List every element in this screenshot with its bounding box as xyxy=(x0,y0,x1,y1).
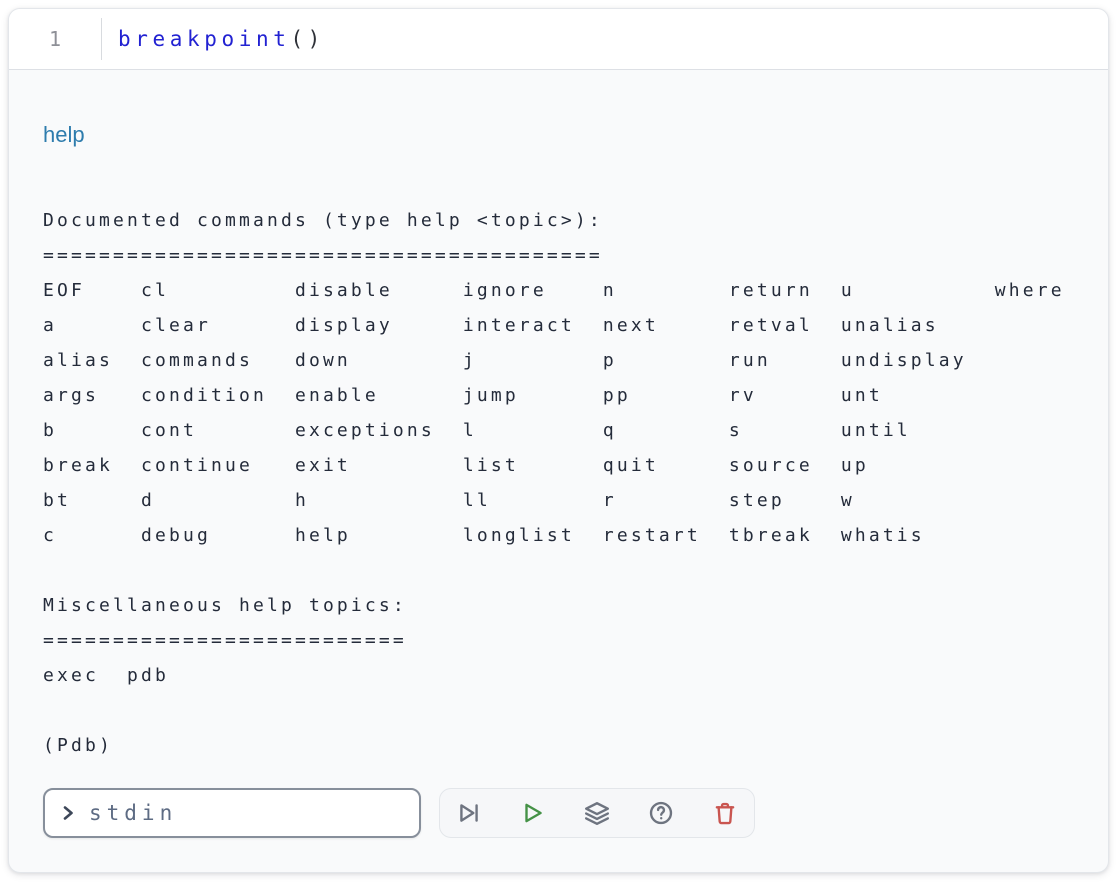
step-forward-button[interactable] xyxy=(456,800,482,826)
run-button[interactable] xyxy=(520,800,546,826)
repl-card: 1 breakpoint() help Documented commands … xyxy=(8,8,1109,873)
line-number: 1 xyxy=(49,27,61,51)
trash-icon xyxy=(712,800,738,826)
command-echo: help xyxy=(43,122,1074,147)
stack-button[interactable] xyxy=(584,800,610,826)
console-output: Documented commands (type help <topic>):… xyxy=(43,203,1074,763)
help-button[interactable] xyxy=(648,800,674,826)
code-line[interactable]: breakpoint() xyxy=(118,27,325,51)
code-editor-line: 1 breakpoint() xyxy=(9,9,1108,70)
code-parens-token: () xyxy=(290,27,325,51)
clear-button[interactable] xyxy=(712,800,738,826)
input-row xyxy=(43,788,1074,838)
line-number-gutter[interactable]: 1 xyxy=(9,27,101,51)
code-function-token: breakpoint xyxy=(118,27,290,51)
toolbar xyxy=(439,788,755,838)
help-circle-icon xyxy=(648,800,674,826)
chevron-right-icon xyxy=(59,804,77,822)
step-forward-icon xyxy=(456,800,482,826)
console-panel: help Documented commands (type help <top… xyxy=(9,122,1108,838)
gutter-divider xyxy=(101,18,102,60)
stdin-box[interactable] xyxy=(43,788,421,838)
layers-icon xyxy=(584,800,610,826)
stdin-input[interactable] xyxy=(87,800,405,826)
play-icon xyxy=(520,800,546,826)
